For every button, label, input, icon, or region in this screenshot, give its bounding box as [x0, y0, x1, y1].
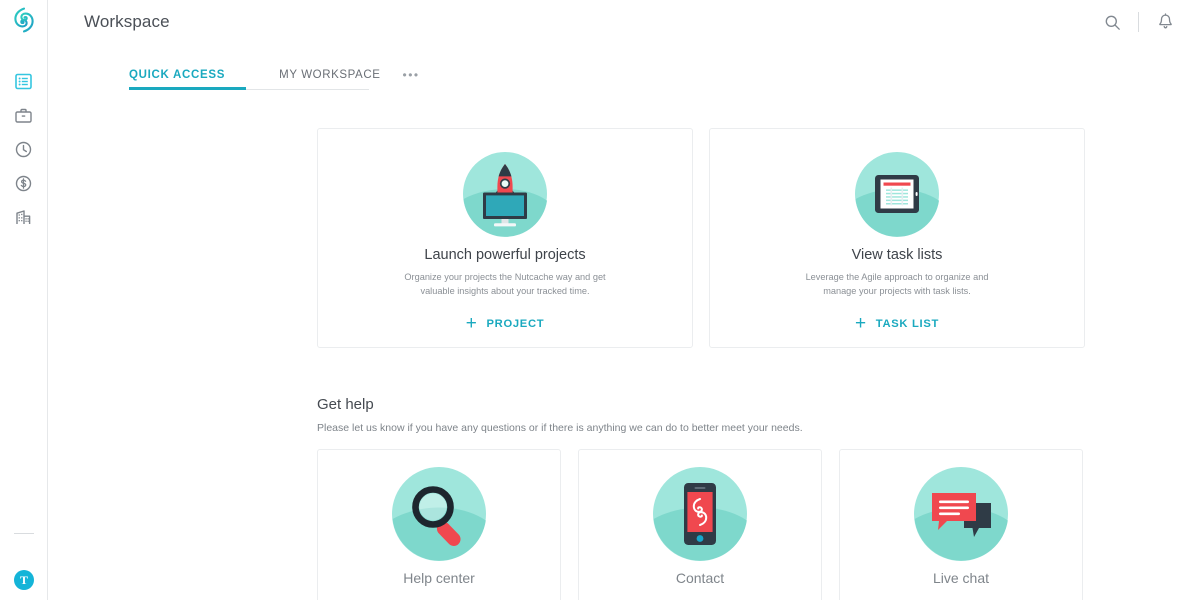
sidebar-item-invoicing[interactable] — [7, 166, 41, 200]
avatar[interactable]: T — [14, 570, 34, 590]
sidebar-footer: T — [0, 533, 48, 600]
chat-bubbles-icon — [912, 465, 1010, 563]
search-button[interactable] — [1095, 5, 1129, 39]
toolbar-divider — [1138, 12, 1139, 32]
smartphone-icon — [651, 465, 749, 563]
help-card-label: Live chat — [932, 570, 990, 586]
top-bar-actions — [1095, 5, 1182, 39]
card-title: View task lists — [851, 247, 943, 263]
plus-icon: + — [465, 312, 478, 334]
rocket-monitor-icon — [461, 150, 549, 238]
quick-access-cards: Launch powerful projects Organize your p… — [317, 128, 1132, 348]
card-live-chat[interactable]: Live chat — [839, 449, 1083, 600]
create-task-list-button[interactable]: + TASK LIST — [854, 312, 940, 334]
card-launch-projects[interactable]: Launch powerful projects Organize your p… — [317, 128, 693, 348]
plus-icon: + — [854, 312, 867, 334]
card-help-center[interactable]: Help center — [317, 449, 561, 600]
tab-inactive-rule — [246, 89, 369, 90]
tab-active-indicator — [129, 87, 246, 90]
app-root: T Workspace QUICK ACCESS MY WORKSPACE ••… — [0, 0, 1200, 600]
search-icon — [1104, 14, 1121, 31]
card-title: Launch powerful projects — [424, 247, 586, 263]
building-icon — [15, 209, 32, 226]
sidebar: T — [0, 0, 48, 600]
notifications-button[interactable] — [1148, 5, 1182, 39]
sidebar-item-organization[interactable] — [7, 200, 41, 234]
help-card-label: Help center — [403, 570, 475, 586]
get-help-section: Get help Please let us know if you have … — [317, 396, 1132, 434]
get-help-title: Get help — [317, 396, 374, 413]
sidebar-item-projects[interactable] — [7, 98, 41, 132]
nutcache-logo-icon — [11, 7, 37, 33]
dollar-circle-icon — [15, 175, 32, 192]
card-description: Organize your projects the Nutcache way … — [404, 272, 606, 297]
card-view-task-lists[interactable]: View task lists Leverage the Agile appro… — [709, 128, 1085, 348]
app-logo[interactable] — [0, 2, 48, 38]
content-area: Launch powerful projects Organize your p… — [48, 128, 1200, 600]
get-help-subtitle: Please let us know if you have any quest… — [317, 422, 803, 434]
list-dashboard-icon — [15, 73, 32, 90]
tab-overflow-button[interactable]: ••• — [403, 69, 420, 90]
tab-bar: QUICK ACCESS MY WORKSPACE ••• — [48, 56, 1200, 90]
card-contact[interactable]: Contact — [578, 449, 822, 600]
tablet-tasklist-icon — [853, 150, 941, 238]
bell-icon — [1157, 13, 1174, 31]
top-bar: Workspace — [48, 0, 1200, 44]
help-card-label: Contact — [675, 570, 725, 586]
sidebar-item-dashboard[interactable] — [7, 64, 41, 98]
tab-underline — [129, 87, 369, 90]
sidebar-divider — [14, 533, 34, 534]
page-title: Workspace — [84, 12, 170, 31]
create-project-button[interactable]: + PROJECT — [465, 312, 545, 334]
briefcase-icon — [15, 107, 32, 124]
card-description: Leverage the Agile approach to organize … — [805, 272, 989, 297]
clock-icon — [15, 141, 32, 158]
help-cards: Help center Contact Live chat — [317, 449, 1132, 600]
create-task-list-label: TASK LIST — [875, 318, 940, 330]
sidebar-nav — [7, 64, 41, 234]
create-project-label: PROJECT — [486, 318, 545, 330]
magnifier-icon — [390, 465, 488, 563]
sidebar-item-time-tracking[interactable] — [7, 132, 41, 166]
main-area: Workspace QUICK ACCESS MY WORKSPACE ••• … — [48, 0, 1200, 600]
